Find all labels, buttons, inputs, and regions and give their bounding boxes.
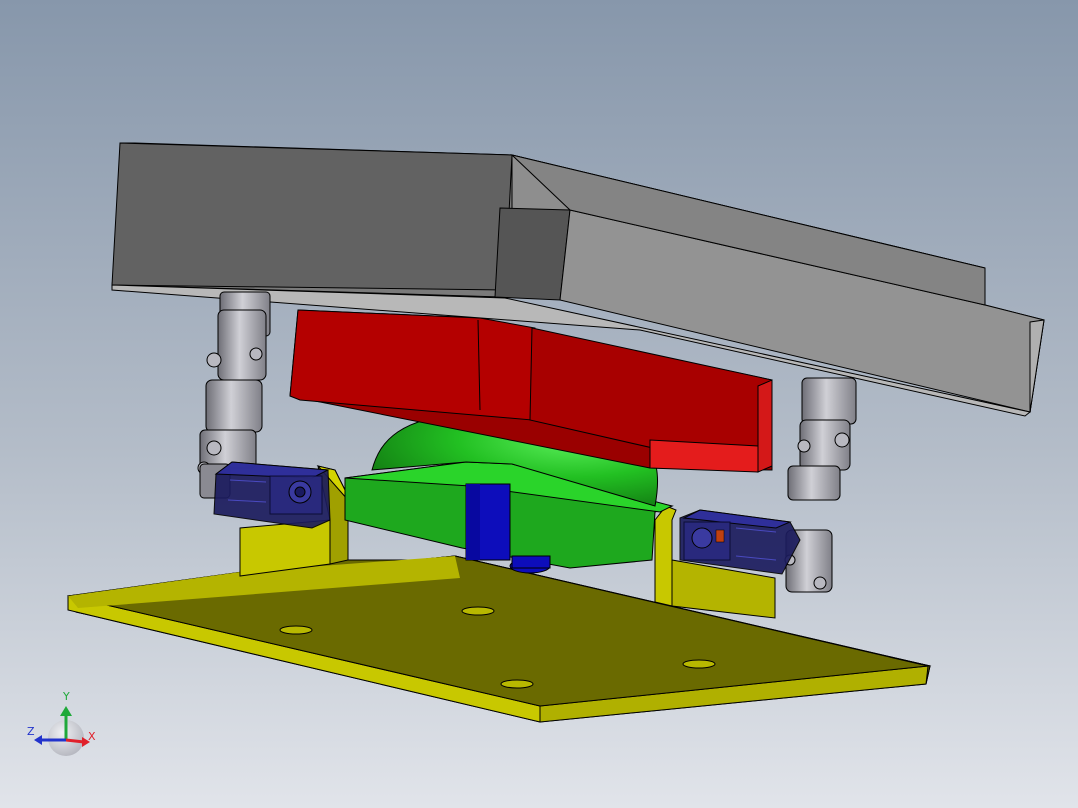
y-axis-label: Y [62,690,70,703]
x-axis-arrow [65,738,85,744]
z-axis-arrowhead [34,735,42,745]
y-axis-arrowhead [60,706,72,716]
cad-model-view[interactable]: Y X Z [0,0,1078,808]
universal-joint-right[interactable] [784,377,857,593]
orientation-triad[interactable]: Y X Z [27,690,96,756]
servo-left[interactable] [213,461,331,529]
z-axis-label: Z [27,725,35,738]
graphics-viewport[interactable]: Y X Z [0,0,1078,808]
x-axis-label: X [88,730,96,743]
